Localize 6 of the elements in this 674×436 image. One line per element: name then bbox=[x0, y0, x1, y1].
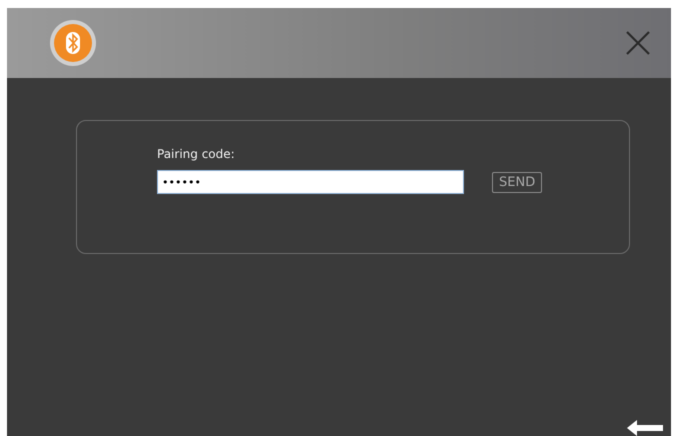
field-label: Pairing code: bbox=[157, 147, 236, 161]
back-arrow-icon[interactable] bbox=[627, 420, 663, 436]
send-button[interactable]: SEND bbox=[492, 172, 542, 192]
pairing-code-field[interactable]: •••••• bbox=[157, 170, 464, 194]
bluetooth-icon bbox=[49, 19, 97, 67]
close-icon[interactable] bbox=[625, 30, 651, 56]
